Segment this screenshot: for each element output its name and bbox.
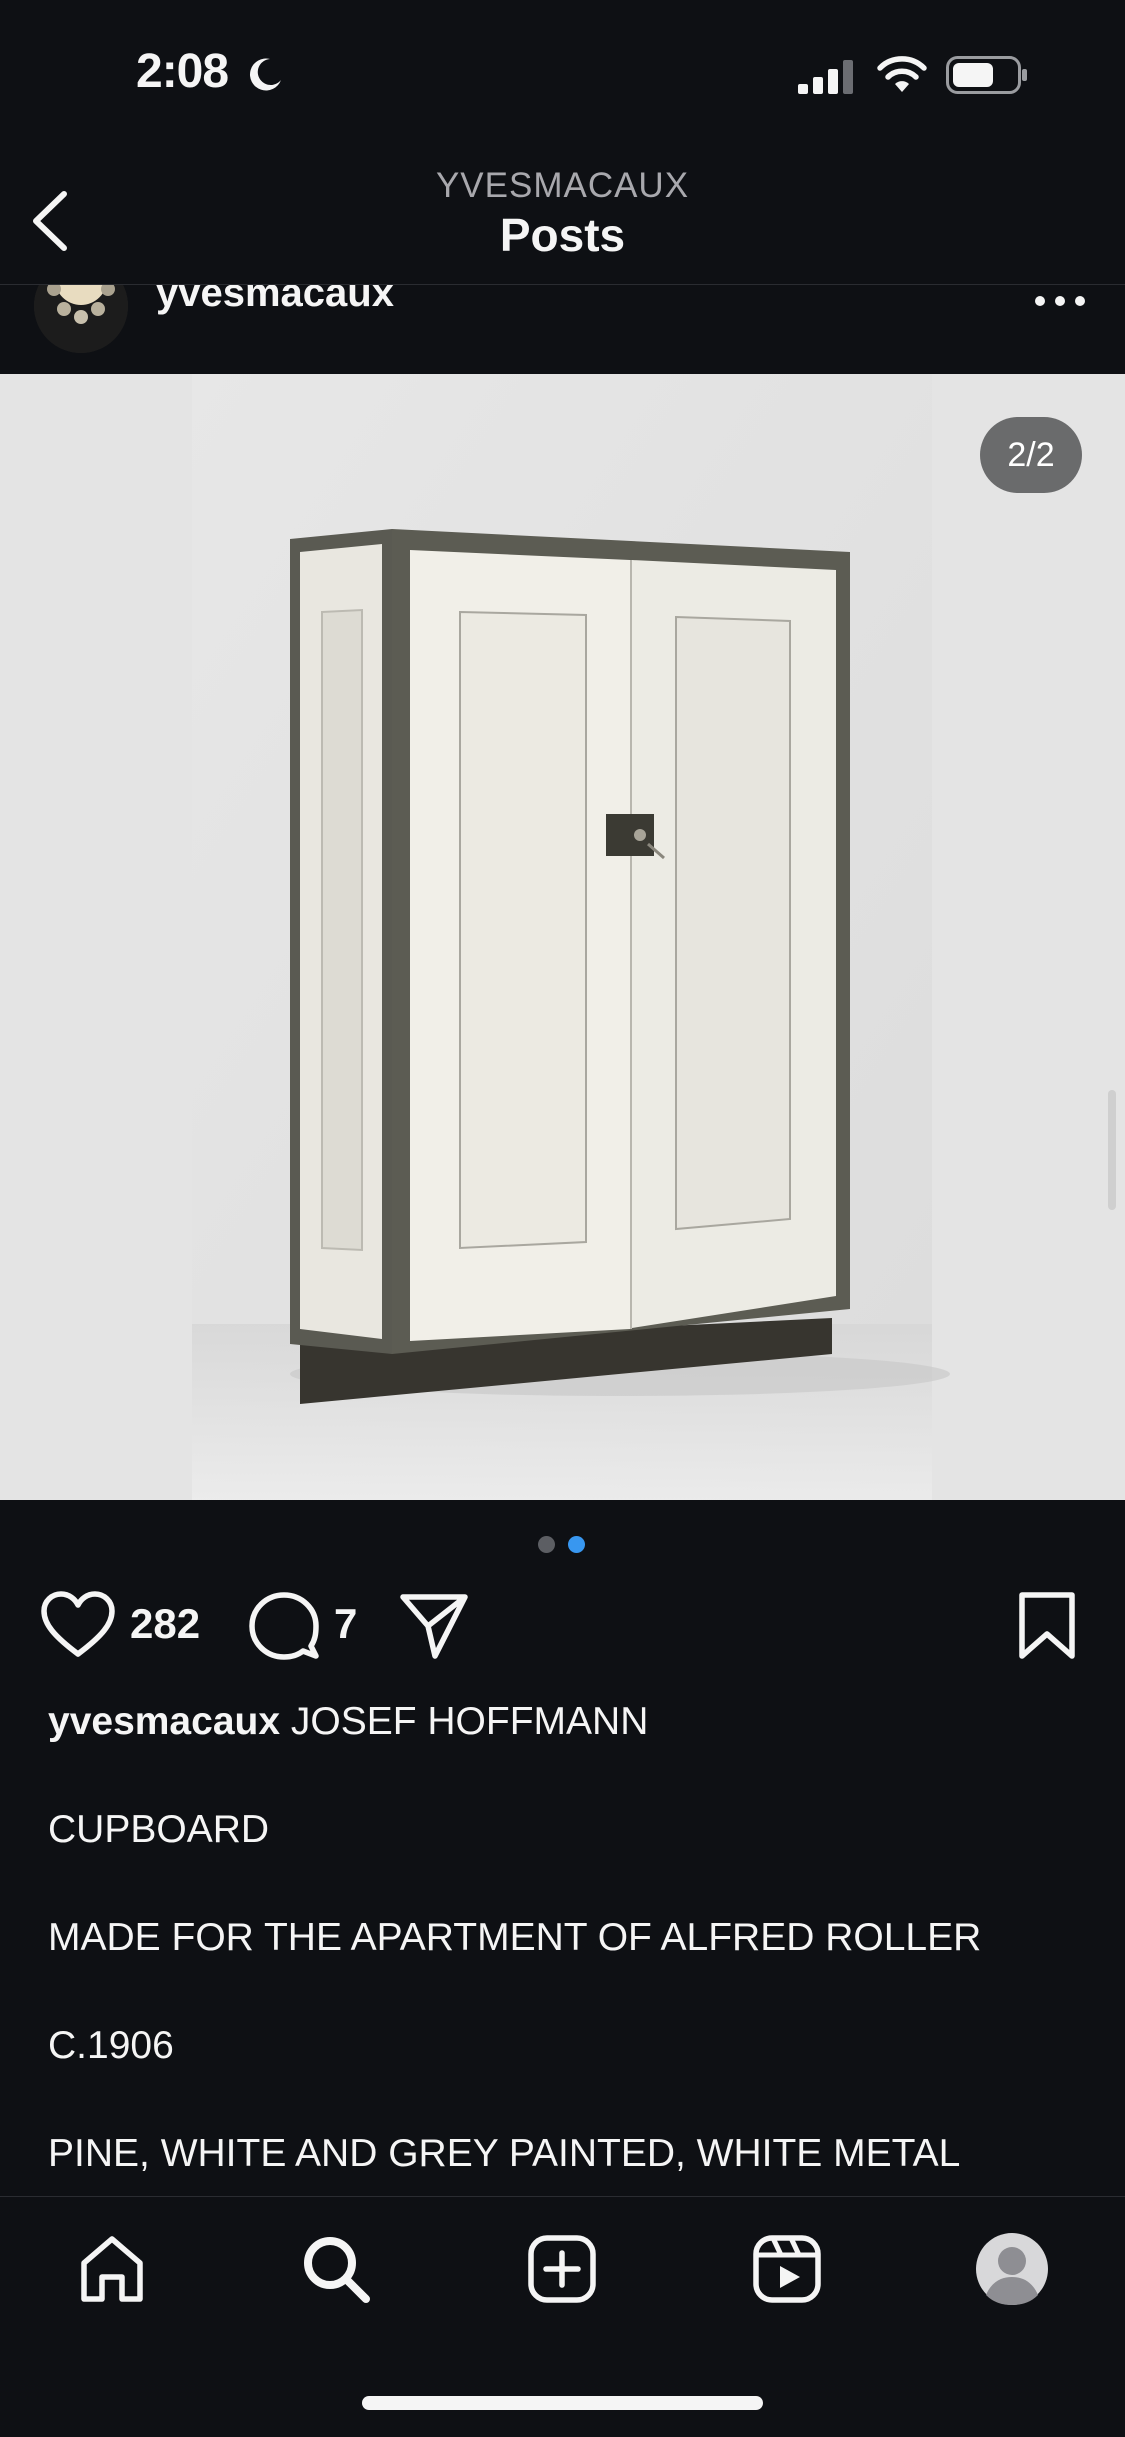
status-time: 2:08 [136,45,229,98]
comment-count[interactable]: 7 [334,1600,357,1648]
create-post-icon [528,2235,596,2303]
post-header: yvesmacaux [0,285,1125,373]
caption-username[interactable]: yvesmacaux [48,1700,280,1743]
comment-button[interactable] [248,1590,320,1662]
tab-home[interactable] [76,2233,148,2305]
home-icon [81,2236,143,2302]
reels-icon [753,2235,821,2303]
home-indicator [362,2396,763,2410]
caption-line-3: MADE FOR THE APARTMENT OF ALFRED ROLLER [48,1916,982,1959]
bookmark-icon [1019,1592,1075,1659]
save-button[interactable] [1016,1590,1078,1662]
header-account-name: YVESMACAUX [435,166,690,205]
cupboard-photo [0,374,1125,1500]
tab-create[interactable] [526,2233,598,2305]
post-image[interactable] [0,374,1125,1500]
more-options-button[interactable] [1030,289,1090,313]
moon-icon [249,58,281,91]
like-button[interactable] [40,1590,116,1660]
carousel-dot-2[interactable] [568,1536,585,1553]
heart-icon [41,1591,115,1657]
comment-icon [249,1592,319,1660]
tab-reels[interactable] [751,2233,823,2305]
paper-plane-icon [400,1594,468,1659]
caption-line-2: CUPBOARD [48,1808,270,1851]
ellipsis-icon [1035,296,1085,306]
carousel-dot-1[interactable] [538,1536,555,1553]
tab-profile[interactable] [974,2231,1050,2307]
page-title: Posts [499,209,626,261]
post-username[interactable]: yvesmacaux [156,285,394,316]
caption-line-4: C.1906 [48,2024,174,2067]
caption-text: JOSEF HOFFMANN [290,1700,649,1743]
scroll-indicator [1108,1090,1116,1210]
cellular-signal-icon [798,60,853,94]
battery-icon [946,56,1027,94]
search-icon [304,2237,370,2303]
avatar-image [34,285,128,353]
caption-line-5: PINE, WHITE AND GREY PAINTED, WHITE META… [48,2132,961,2175]
like-count[interactable]: 282 [130,1600,200,1648]
media-counter-badge: 2/2 [980,417,1082,493]
wifi-icon [877,56,927,92]
tab-search[interactable] [300,2233,372,2305]
post-author-avatar[interactable] [34,285,128,353]
caption-line-1: yvesmacaux JOSEF HOFFMANN [48,1700,648,1744]
profile-avatar [976,2233,1048,2305]
share-button[interactable] [398,1590,470,1662]
